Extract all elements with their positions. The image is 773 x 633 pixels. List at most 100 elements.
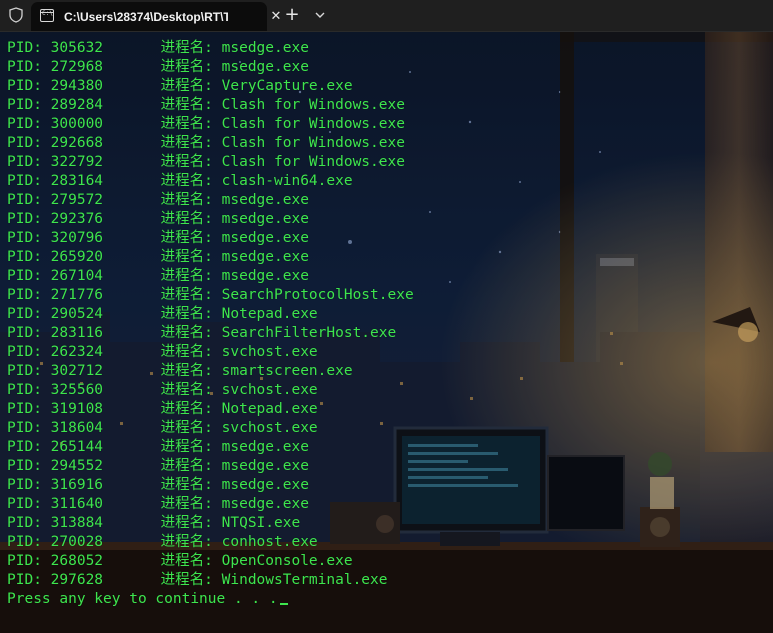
process-line: PID: 294552 进程名: msedge.exe xyxy=(7,457,773,476)
process-line: PID: 283116 进程名: SearchFilterHost.exe xyxy=(7,324,773,343)
pid-value: 283164 xyxy=(50,173,104,189)
process-name-label: 进程名: xyxy=(160,553,213,569)
process-name-label: 进程名: xyxy=(160,477,213,493)
process-name-label: 进程名: xyxy=(160,287,213,303)
pid-value: 294552 xyxy=(50,458,104,474)
continue-prompt: Press any key to continue . . . xyxy=(7,590,773,609)
process-name-label: 进程名: xyxy=(160,135,213,151)
pid-value: 271776 xyxy=(50,287,104,303)
process-name: msedge.exe xyxy=(221,268,309,284)
process-line: PID: 294380 进程名: VeryCapture.exe xyxy=(7,77,773,96)
process-name: conhost.exe xyxy=(221,534,318,550)
pid-value: 267104 xyxy=(50,268,104,284)
process-line: PID: 265144 进程名: msedge.exe xyxy=(7,438,773,457)
chevron-down-icon[interactable] xyxy=(311,6,329,24)
process-name-label: 进程名: xyxy=(160,249,213,265)
pid-label: PID: xyxy=(7,40,42,56)
process-name-label: 进程名: xyxy=(160,439,213,455)
process-line: PID: 283164 进程名: clash-win64.exe xyxy=(7,172,773,191)
pid-value: 290524 xyxy=(50,306,104,322)
pid-value: 283116 xyxy=(50,325,104,341)
process-line: PID: 271776 进程名: SearchProtocolHost.exe xyxy=(7,286,773,305)
process-line: PID: 305632 进程名: msedge.exe xyxy=(7,39,773,58)
process-name-label: 进程名: xyxy=(160,59,213,75)
process-line: PID: 311640 进程名: msedge.exe xyxy=(7,495,773,514)
process-name-label: 进程名: xyxy=(160,154,213,170)
process-name: msedge.exe xyxy=(221,40,309,56)
title-bar: C:\ C:\Users\28374\Desktop\RT\Te ✕ + xyxy=(0,0,773,32)
pid-value: 272968 xyxy=(50,59,104,75)
process-name-label: 进程名: xyxy=(160,211,213,227)
plus-icon[interactable]: + xyxy=(282,5,302,25)
process-name: smartscreen.exe xyxy=(221,363,353,379)
process-name-label: 进程名: xyxy=(160,192,213,208)
pid-label: PID: xyxy=(7,534,42,550)
process-name: msedge.exe xyxy=(221,230,309,246)
pid-value: 289284 xyxy=(50,97,104,113)
pid-value: 265920 xyxy=(50,249,104,265)
pid-value: 319108 xyxy=(50,401,104,417)
pid-label: PID: xyxy=(7,325,42,341)
process-name-label: 进程名: xyxy=(160,572,213,588)
process-name: WindowsTerminal.exe xyxy=(221,572,388,588)
process-line: PID: 289284 进程名: Clash for Windows.exe xyxy=(7,96,773,115)
process-name: msedge.exe xyxy=(221,439,309,455)
process-name: msedge.exe xyxy=(221,249,309,265)
process-name: msedge.exe xyxy=(221,211,309,227)
process-name-label: 进程名: xyxy=(160,534,213,550)
process-name-label: 进程名: xyxy=(160,458,213,474)
pid-label: PID: xyxy=(7,78,42,94)
pid-value: 320796 xyxy=(50,230,104,246)
process-name-label: 进程名: xyxy=(160,78,213,94)
process-name: svchost.exe xyxy=(221,420,318,436)
pid-label: PID: xyxy=(7,116,42,132)
process-name-label: 进程名: xyxy=(160,401,213,417)
process-name: msedge.exe xyxy=(221,477,309,493)
process-line: PID: 297628 进程名: WindowsTerminal.exe xyxy=(7,571,773,590)
process-name: Clash for Windows.exe xyxy=(221,154,405,170)
process-name-label: 进程名: xyxy=(160,268,213,284)
pid-value: 292668 xyxy=(50,135,104,151)
process-line: PID: 268052 进程名: OpenConsole.exe xyxy=(7,552,773,571)
pid-value: 300000 xyxy=(50,116,104,132)
process-line: PID: 292668 进程名: Clash for Windows.exe xyxy=(7,134,773,153)
process-name: OpenConsole.exe xyxy=(221,553,353,569)
pid-label: PID: xyxy=(7,268,42,284)
pid-value: 292376 xyxy=(50,211,104,227)
pid-label: PID: xyxy=(7,553,42,569)
process-line: PID: 270028 进程名: conhost.exe xyxy=(7,533,773,552)
process-name: Notepad.exe xyxy=(221,306,318,322)
process-name: Notepad.exe xyxy=(221,401,318,417)
pid-label: PID: xyxy=(7,344,42,360)
process-name: msedge.exe xyxy=(221,192,309,208)
process-line: PID: 292376 进程名: msedge.exe xyxy=(7,210,773,229)
process-line: PID: 325560 进程名: svchost.exe xyxy=(7,381,773,400)
pid-label: PID: xyxy=(7,306,42,322)
terminal-icon: C:\ xyxy=(40,9,54,22)
process-name-label: 进程名: xyxy=(160,420,213,436)
process-name: Clash for Windows.exe xyxy=(221,135,405,151)
pid-label: PID: xyxy=(7,249,42,265)
terminal-pane[interactable]: PID: 305632 进程名: msedge.exe PID: 272968 进程名… xyxy=(0,32,773,633)
process-name: msedge.exe xyxy=(221,458,309,474)
pid-label: PID: xyxy=(7,420,42,436)
process-line: PID: 279572 进程名: msedge.exe xyxy=(7,191,773,210)
pid-value: 270028 xyxy=(50,534,104,550)
pid-value: 265144 xyxy=(50,439,104,455)
continue-prompt-text: Press any key to continue . . . xyxy=(7,591,278,607)
process-line: PID: 313884 进程名: NTQSI.exe xyxy=(7,514,773,533)
shield-icon[interactable] xyxy=(7,6,25,24)
pid-label: PID: xyxy=(7,230,42,246)
process-name-label: 进程名: xyxy=(160,363,213,379)
pid-value: 305632 xyxy=(50,40,104,56)
pid-label: PID: xyxy=(7,135,42,151)
pid-label: PID: xyxy=(7,287,42,303)
pid-label: PID: xyxy=(7,572,42,588)
pid-value: 268052 xyxy=(50,553,104,569)
process-name: msedge.exe xyxy=(221,496,309,512)
tab-terminal[interactable]: C:\ C:\Users\28374\Desktop\RT\Te ✕ xyxy=(31,2,281,31)
pid-value: 318604 xyxy=(50,420,104,436)
process-line: PID: 300000 进程名: Clash for Windows.exe xyxy=(7,115,773,134)
pid-label: PID: xyxy=(7,173,42,189)
pid-value: 262324 xyxy=(50,344,104,360)
